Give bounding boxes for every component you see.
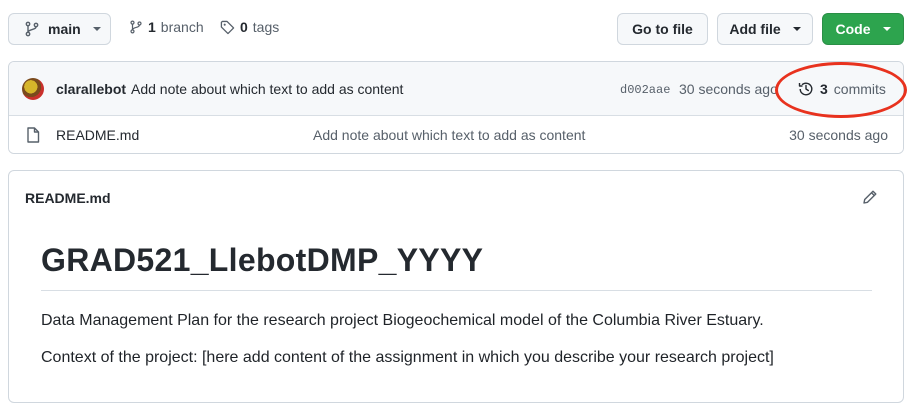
pencil-icon[interactable] <box>862 189 878 205</box>
branches-label: branch <box>160 19 204 35</box>
git-branch-icon <box>130 20 142 34</box>
chevron-down-icon <box>792 27 801 31</box>
avatar[interactable] <box>22 78 44 100</box>
branches-link[interactable]: 1 branch <box>129 19 204 35</box>
branch-selector-button[interactable]: main <box>8 13 111 45</box>
list-item: README.md Add note about which text to a… <box>9 116 903 153</box>
file-list: clarallebot Add note about which text to… <box>8 61 904 154</box>
branches-count: 1 <box>148 19 156 35</box>
readme-title: GRAD521_LlebotDMP_YYYY <box>41 242 484 278</box>
readme-header: README.md <box>25 190 111 206</box>
file-commit-time: 30 seconds ago <box>789 127 888 143</box>
latest-commit-row: clarallebot Add note about which text to… <box>9 62 903 116</box>
commits-count: 3 <box>820 81 828 97</box>
file-icon <box>27 127 40 143</box>
history-icon <box>798 82 813 96</box>
add-file-label: Add file <box>729 21 781 37</box>
commits-label: commits <box>833 81 886 97</box>
repo-toolbar: main 1 branch 0 tags Go to file Add file… <box>0 0 913 58</box>
code-button[interactable]: Code <box>822 13 904 45</box>
code-label: Code <box>835 21 871 37</box>
commit-time: 30 seconds ago <box>679 81 778 97</box>
commits-history-link[interactable]: 3 commits <box>798 81 886 97</box>
file-commit-message-link[interactable]: Add note about which text to add as cont… <box>313 127 585 143</box>
git-branch-icon <box>25 21 39 37</box>
divider <box>41 290 872 291</box>
commit-message-link[interactable]: Add note about which text to add as cont… <box>131 81 403 97</box>
chevron-down-icon <box>882 27 891 31</box>
tags-label: tags <box>252 19 280 35</box>
add-file-button[interactable]: Add file <box>717 13 813 45</box>
readme-paragraph: Data Management Plan for the research pr… <box>41 312 764 329</box>
file-name-link[interactable]: README.md <box>56 127 139 143</box>
go-to-file-button[interactable]: Go to file <box>617 13 708 45</box>
chevron-down-icon <box>92 27 101 31</box>
branch-name: main <box>48 21 81 37</box>
tags-link[interactable]: 0 tags <box>220 19 279 35</box>
readme-panel: README.md GRAD521_LlebotDMP_YYYY Data Ma… <box>8 170 904 403</box>
commit-author-link[interactable]: clarallebot <box>56 81 126 97</box>
readme-paragraph: Context of the project: [here add conten… <box>41 349 774 366</box>
tags-count: 0 <box>240 19 248 35</box>
tag-icon <box>220 20 235 34</box>
commit-sha-link[interactable]: d002aae <box>620 83 670 97</box>
